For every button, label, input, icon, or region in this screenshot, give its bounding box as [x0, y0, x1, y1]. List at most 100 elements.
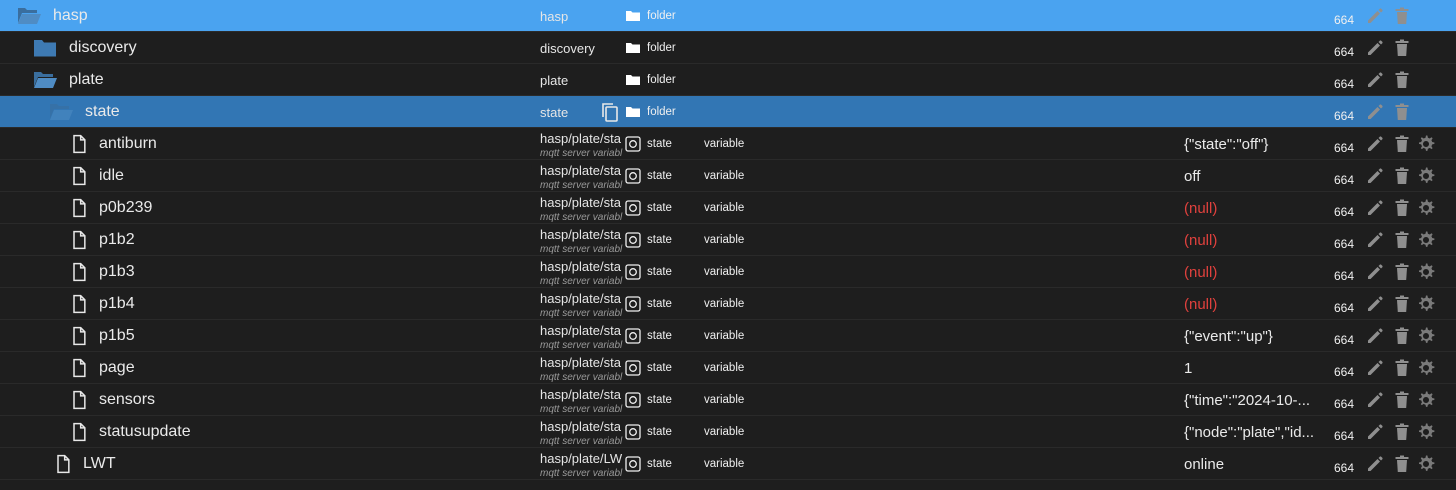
object-row-sensors[interactable]: sensors hasp/plate/sta mqtt server varia…: [0, 384, 1456, 416]
object-value[interactable]: {"state":"off"}: [1184, 136, 1324, 153]
edit-icon[interactable]: [1365, 358, 1385, 378]
object-value[interactable]: (null): [1184, 264, 1324, 281]
object-type: variable: [704, 298, 745, 310]
object-value[interactable]: 1: [1184, 360, 1324, 377]
delete-icon[interactable]: [1392, 390, 1412, 410]
edit-icon[interactable]: [1365, 454, 1385, 474]
delete-icon[interactable]: [1392, 102, 1412, 122]
object-id: hasp: [540, 9, 569, 24]
delete-icon[interactable]: [1392, 454, 1412, 474]
edit-icon[interactable]: [1365, 390, 1385, 410]
gear-icon[interactable]: [1416, 294, 1436, 314]
edit-icon[interactable]: [1365, 262, 1385, 282]
object-row-statusupdate[interactable]: statusupdate hasp/plate/sta mqtt server …: [0, 416, 1456, 448]
gear-icon[interactable]: [1416, 166, 1436, 186]
acl-value: 664: [1334, 237, 1355, 251]
folder-open-icon[interactable]: [33, 70, 57, 90]
object-id: hasp/plate/sta: [540, 195, 621, 210]
object-value[interactable]: (null): [1184, 200, 1324, 217]
object-value[interactable]: off: [1184, 168, 1324, 185]
delete-icon[interactable]: [1392, 198, 1412, 218]
object-role: state: [647, 138, 672, 150]
gear-icon[interactable]: [1416, 390, 1436, 410]
folder-open-icon[interactable]: [49, 102, 73, 122]
object-row-plate[interactable]: plate plate folder 664: [0, 64, 1456, 96]
gear-icon[interactable]: [1416, 358, 1436, 378]
delete-icon[interactable]: [1392, 422, 1412, 442]
object-value[interactable]: online: [1184, 456, 1324, 473]
object-type: folder: [647, 42, 676, 54]
folder-open-icon[interactable]: [17, 6, 41, 26]
object-row-antiburn[interactable]: antiburn hasp/plate/sta mqtt server vari…: [0, 128, 1456, 160]
object-row-p1b4[interactable]: p1b4 hasp/plate/sta mqtt server variabl …: [0, 288, 1456, 320]
delete-icon[interactable]: [1392, 38, 1412, 58]
edit-icon[interactable]: [1365, 102, 1385, 122]
gear-icon[interactable]: [1416, 422, 1436, 442]
gear-icon[interactable]: [1416, 134, 1436, 154]
delete-icon[interactable]: [1392, 358, 1412, 378]
object-row-hasp[interactable]: hasp hasp folder 664: [0, 0, 1456, 32]
object-name: plate: [69, 71, 104, 88]
object-name: state: [85, 103, 120, 120]
object-row-p1b2[interactable]: p1b2 hasp/plate/sta mqtt server variabl …: [0, 224, 1456, 256]
object-row-p1b5[interactable]: p1b5 hasp/plate/sta mqtt server variabl …: [0, 320, 1456, 352]
object-row-lwt[interactable]: LWT hasp/plate/LW mqtt server variabl st…: [0, 448, 1456, 480]
delete-icon[interactable]: [1392, 134, 1412, 154]
object-value[interactable]: {"time":"2024-10-...: [1184, 392, 1324, 409]
object-row-idle[interactable]: idle hasp/plate/sta mqtt server variabl …: [0, 160, 1456, 192]
object-name: discovery: [69, 39, 137, 56]
delete-icon[interactable]: [1392, 326, 1412, 346]
object-type: variable: [704, 234, 745, 246]
delete-icon[interactable]: [1392, 6, 1412, 26]
folder-closed-icon[interactable]: [33, 38, 57, 58]
object-description: mqtt server variabl: [540, 308, 623, 319]
object-role: state: [647, 170, 672, 182]
object-row-state[interactable]: state state folder 664: [0, 96, 1456, 128]
delete-icon[interactable]: [1392, 166, 1412, 186]
gear-icon[interactable]: [1416, 326, 1436, 346]
acl-value: 664: [1334, 269, 1355, 283]
object-value[interactable]: (null): [1184, 232, 1324, 249]
edit-icon[interactable]: [1365, 38, 1385, 58]
edit-icon[interactable]: [1365, 230, 1385, 250]
object-row-p1b3[interactable]: p1b3 hasp/plate/sta mqtt server variabl …: [0, 256, 1456, 288]
object-row-p0b239[interactable]: p0b239 hasp/plate/sta mqtt server variab…: [0, 192, 1456, 224]
object-value[interactable]: {"node":"plate","id...: [1184, 424, 1324, 441]
object-type: variable: [704, 170, 745, 182]
object-description: mqtt server variabl: [540, 180, 623, 191]
acl-value: 664: [1334, 205, 1355, 219]
delete-icon[interactable]: [1392, 294, 1412, 314]
edit-icon[interactable]: [1365, 166, 1385, 186]
object-description: mqtt server variabl: [540, 212, 623, 223]
file-icon: [67, 326, 91, 346]
gear-icon[interactable]: [1416, 454, 1436, 474]
object-row-page[interactable]: page hasp/plate/sta mqtt server variabl …: [0, 352, 1456, 384]
edit-icon[interactable]: [1365, 422, 1385, 442]
copy-icon[interactable]: [599, 101, 621, 123]
gear-icon[interactable]: [1416, 198, 1436, 218]
gear-icon[interactable]: [1416, 230, 1436, 250]
edit-icon[interactable]: [1365, 294, 1385, 314]
object-description: mqtt server variabl: [540, 244, 623, 255]
state-role-icon: [625, 264, 641, 280]
edit-icon[interactable]: [1365, 70, 1385, 90]
edit-icon[interactable]: [1365, 198, 1385, 218]
edit-icon[interactable]: [1365, 134, 1385, 154]
file-icon: [67, 358, 91, 378]
object-value[interactable]: (null): [1184, 296, 1324, 313]
gear-icon[interactable]: [1416, 262, 1436, 282]
edit-icon[interactable]: [1365, 326, 1385, 346]
edit-icon[interactable]: [1365, 6, 1385, 26]
delete-icon[interactable]: [1392, 70, 1412, 90]
delete-icon[interactable]: [1392, 230, 1412, 250]
object-value[interactable]: {"event":"up"}: [1184, 328, 1324, 345]
state-role-icon: [625, 360, 641, 376]
object-row-discovery[interactable]: discovery discovery folder 664: [0, 32, 1456, 64]
folder-type-icon: [625, 104, 641, 120]
folder-type-icon: [625, 40, 641, 56]
file-icon: [67, 166, 91, 186]
object-type: variable: [704, 266, 745, 278]
state-role-icon: [625, 232, 641, 248]
file-icon: [67, 390, 91, 410]
delete-icon[interactable]: [1392, 262, 1412, 282]
